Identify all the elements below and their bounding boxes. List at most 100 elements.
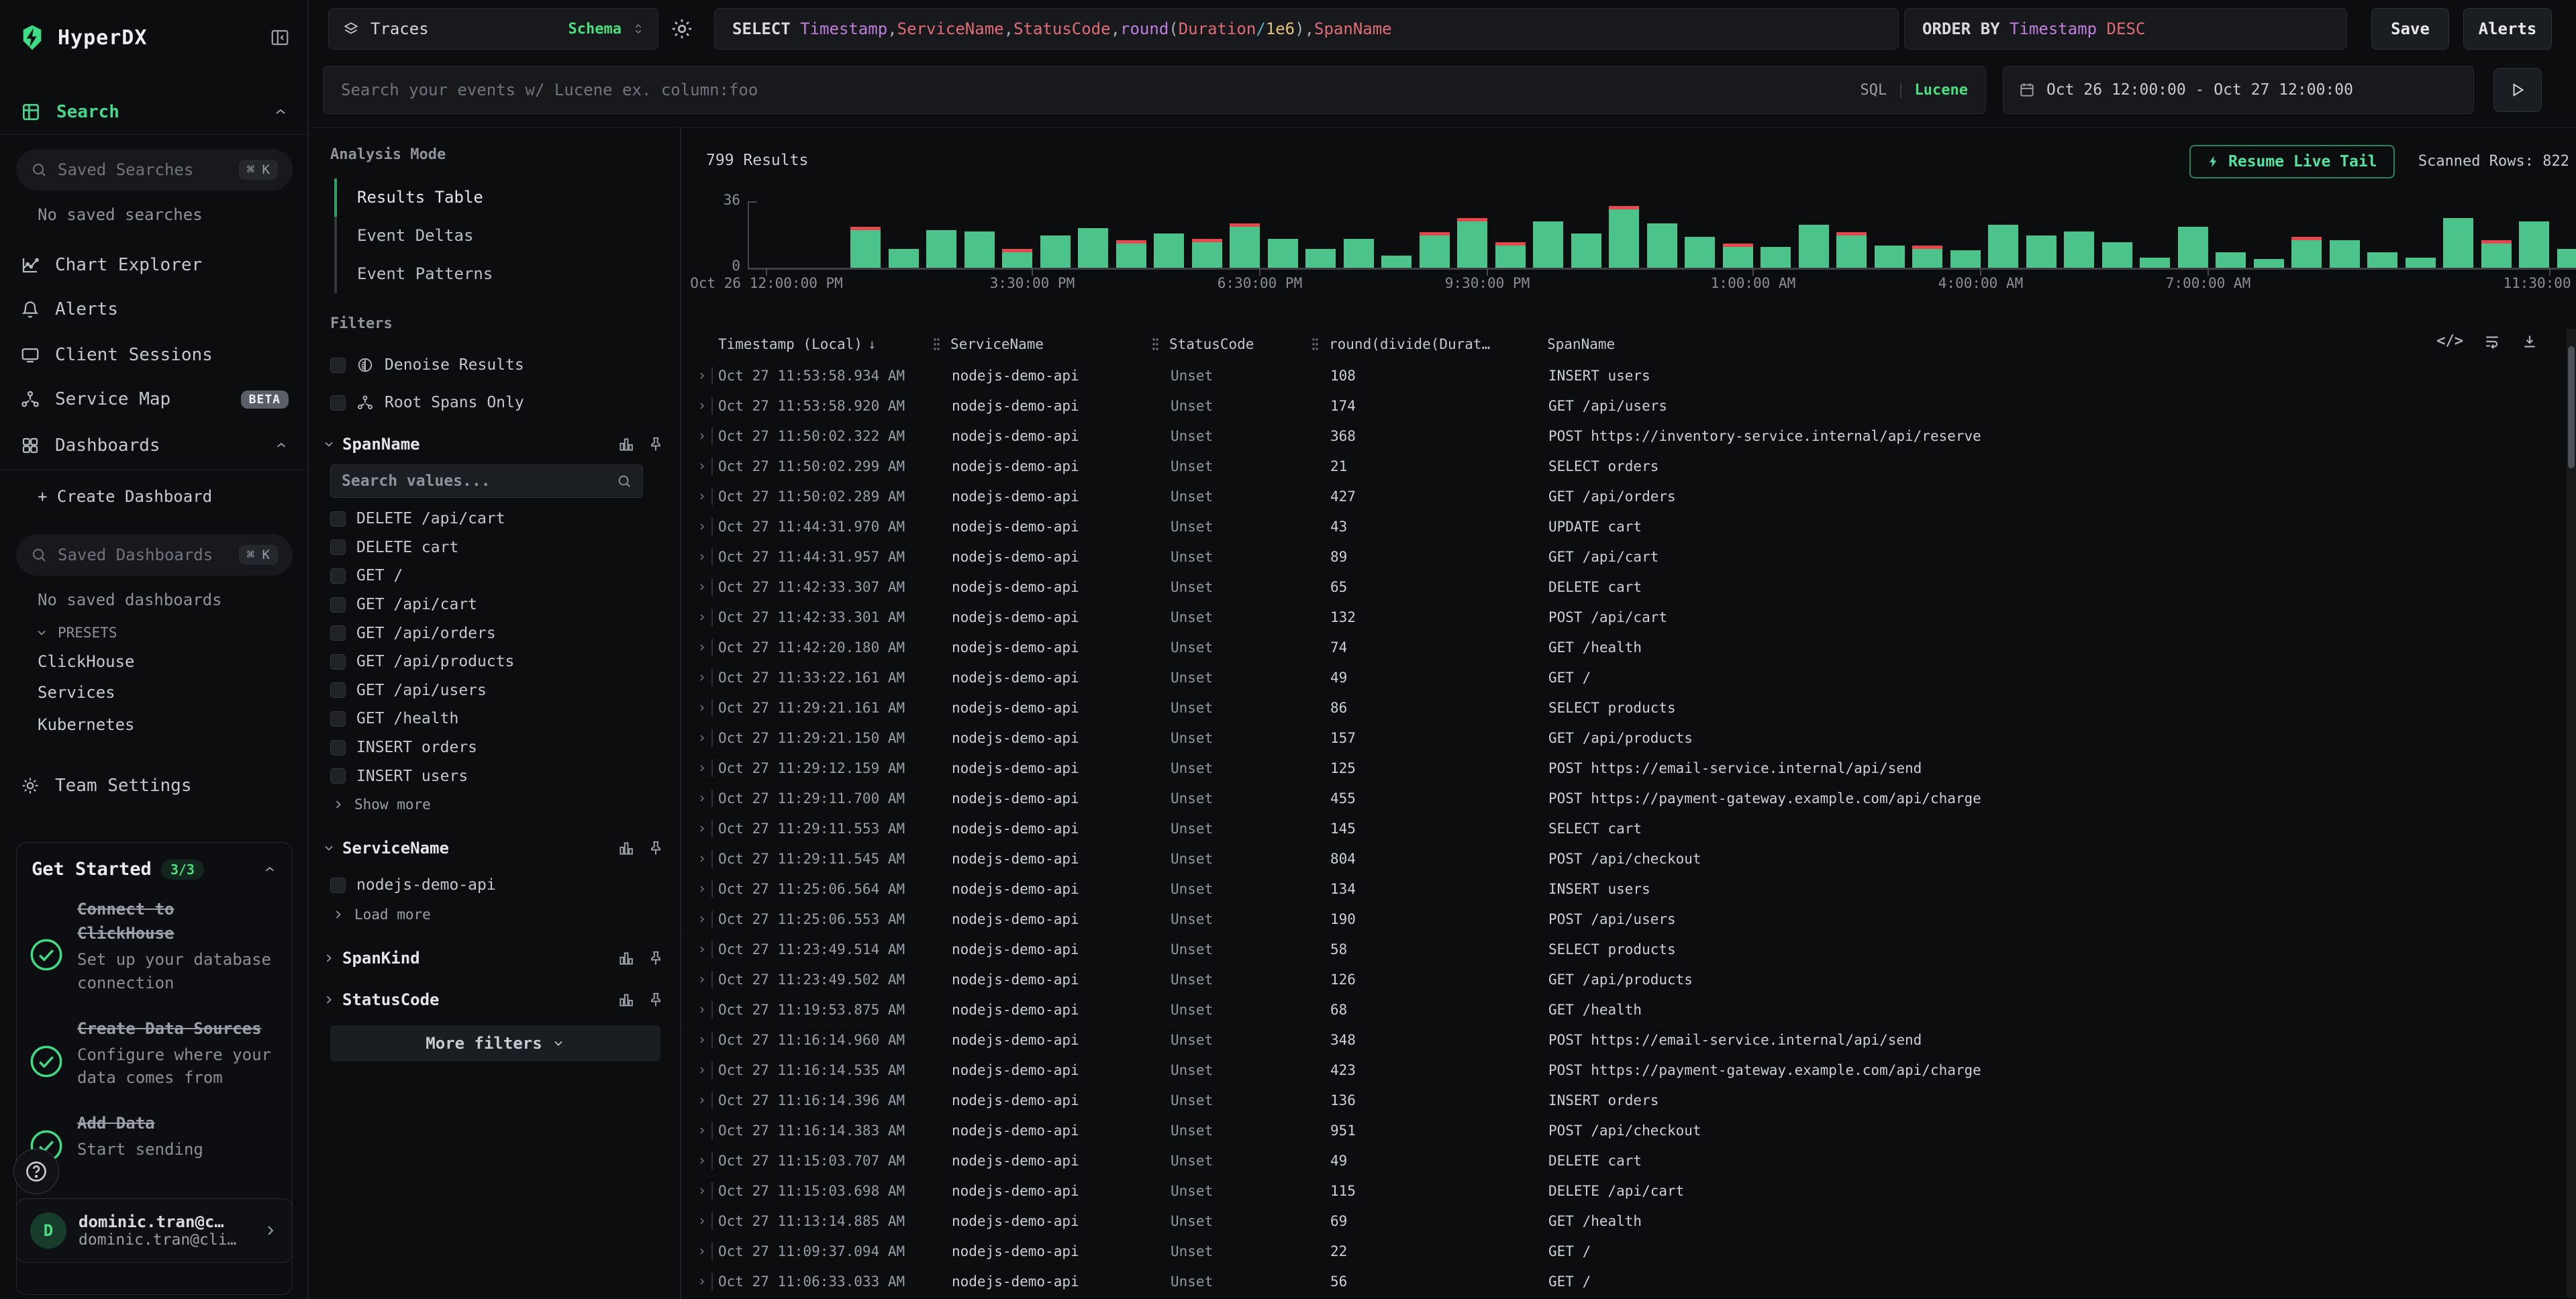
filter-value-option[interactable]: GET /api/products xyxy=(330,647,659,676)
preset-item-services[interactable]: Services xyxy=(38,683,115,702)
sidebar-item-chart-explorer[interactable]: Chart Explorer xyxy=(0,243,309,287)
bar-chart-icon[interactable] xyxy=(617,435,635,453)
saved-dashboards-input[interactable]: Saved Dashboards ⌘ K xyxy=(16,534,293,576)
checkbox[interactable] xyxy=(330,768,346,784)
filter-group-header-servicename[interactable]: ServiceName xyxy=(322,831,664,866)
more-filters-button[interactable]: More filters xyxy=(330,1025,660,1061)
checkbox[interactable] xyxy=(330,625,346,641)
table-row[interactable]: Oct 27 11:53:58.934 AMnodejs-demo-apiUns… xyxy=(681,361,2565,391)
table-row[interactable]: Oct 27 11:42:33.301 AMnodejs-demo-apiUns… xyxy=(681,603,2565,633)
preset-item-kubernetes[interactable]: Kubernetes xyxy=(38,715,135,734)
pin-icon[interactable] xyxy=(647,949,664,967)
expand-row-icon[interactable] xyxy=(693,431,711,441)
table-row[interactable]: Oct 27 11:29:12.159 AMnodejs-demo-apiUns… xyxy=(681,754,2565,784)
table-row[interactable]: Oct 27 11:42:20.180 AMnodejs-demo-apiUns… xyxy=(681,633,2565,663)
sidebar-item-dashboards[interactable]: Dashboards xyxy=(0,423,309,468)
pin-icon[interactable] xyxy=(647,839,664,857)
search-input[interactable]: Search your events w/ Lucene ex. column:… xyxy=(323,66,1986,114)
filter-value-option[interactable]: GET /health xyxy=(330,705,659,733)
language-toggle[interactable]: SQL|Lucene xyxy=(1861,82,1968,99)
expand-row-icon[interactable] xyxy=(693,1186,711,1196)
sidebar-item-service-map[interactable]: Service MapBETA xyxy=(0,377,309,421)
saved-searches-input[interactable]: Saved Searches ⌘ K xyxy=(16,149,293,191)
expand-row-icon[interactable] xyxy=(693,1095,711,1106)
date-range-picker[interactable]: Oct 26 12:00:00 - Oct 27 12:00:00 xyxy=(2003,66,2474,114)
checkbox[interactable] xyxy=(330,711,346,727)
table-row[interactable]: Oct 27 11:16:14.535 AMnodejs-demo-apiUns… xyxy=(681,1055,2565,1086)
filter-toggle-root-spans-only[interactable]: Root Spans Only xyxy=(330,385,659,420)
pin-icon[interactable] xyxy=(647,991,664,1008)
table-row[interactable]: Oct 27 11:29:11.553 AMnodejs-demo-apiUns… xyxy=(681,814,2565,844)
filter-value-option[interactable]: DELETE cart xyxy=(330,533,659,562)
expand-row-icon[interactable] xyxy=(693,944,711,955)
user-menu[interactable]: D dominic.tran@c… dominic.tran@cli… xyxy=(16,1198,293,1263)
expand-row-icon[interactable] xyxy=(693,1155,711,1166)
drag-handle-icon[interactable] xyxy=(1310,337,1324,352)
filter-value-option[interactable]: DELETE /api/cart xyxy=(330,505,659,533)
load-more-link[interactable]: Load more xyxy=(332,900,431,929)
filter-value-option[interactable]: GET /api/orders xyxy=(330,619,659,647)
filter-value-option[interactable]: INSERT users xyxy=(330,762,659,790)
chevron-up-icon[interactable] xyxy=(273,104,289,120)
table-row[interactable]: Oct 27 11:42:33.307 AMnodejs-demo-apiUns… xyxy=(681,572,2565,603)
table-row[interactable]: Oct 27 11:50:02.299 AMnodejs-demo-apiUns… xyxy=(681,452,2565,482)
filter-toggle-denoise-results[interactable]: Denoise Results xyxy=(330,348,659,382)
expand-row-icon[interactable] xyxy=(693,1065,711,1076)
table-row[interactable]: Oct 27 11:50:02.322 AMnodejs-demo-apiUns… xyxy=(681,421,2565,452)
checkbox[interactable] xyxy=(330,597,346,613)
text-wrap-icon[interactable] xyxy=(2483,333,2501,350)
checkbox[interactable] xyxy=(330,358,346,373)
table-row[interactable]: Oct 27 11:29:11.545 AMnodejs-demo-apiUns… xyxy=(681,844,2565,874)
column-header-statuscode[interactable]: StatusCode xyxy=(1150,336,1310,352)
table-row[interactable]: Oct 27 11:29:21.150 AMnodejs-demo-apiUns… xyxy=(681,723,2565,754)
table-row[interactable]: Oct 27 11:23:49.514 AMnodejs-demo-apiUns… xyxy=(681,935,2565,965)
checkbox[interactable] xyxy=(330,740,346,756)
save-button[interactable]: Save xyxy=(2371,8,2449,50)
show-more-link[interactable]: Show more xyxy=(332,790,431,819)
table-row[interactable]: Oct 27 11:44:31.970 AMnodejs-demo-apiUns… xyxy=(681,512,2565,542)
view-source-icon[interactable]: </> xyxy=(2436,333,2463,350)
expand-row-icon[interactable] xyxy=(693,823,711,834)
sidebar-item-team-settings[interactable]: Team Settings xyxy=(0,764,309,808)
sidebar-collapse-icon[interactable] xyxy=(270,28,290,48)
filter-group-header-spanname[interactable]: SpanName xyxy=(322,427,664,462)
expand-row-icon[interactable] xyxy=(693,672,711,683)
table-row[interactable]: Oct 27 11:44:31.957 AMnodejs-demo-apiUns… xyxy=(681,542,2565,572)
expand-row-icon[interactable] xyxy=(693,401,711,411)
pin-icon[interactable] xyxy=(647,435,664,453)
table-row[interactable]: Oct 27 11:13:14.885 AMnodejs-demo-apiUns… xyxy=(681,1206,2565,1237)
expand-row-icon[interactable] xyxy=(693,491,711,502)
table-row[interactable]: Oct 27 11:15:03.707 AMnodejs-demo-apiUns… xyxy=(681,1146,2565,1176)
table-row[interactable]: Oct 27 11:23:49.502 AMnodejs-demo-apiUns… xyxy=(681,965,2565,995)
drag-handle-icon[interactable] xyxy=(1150,337,1164,352)
filter-group-header-spankind[interactable]: SpanKind xyxy=(322,941,664,976)
filter-value-option[interactable]: GET / xyxy=(330,562,659,590)
filter-value-option[interactable]: INSERT orders xyxy=(330,733,659,762)
lang-sql[interactable]: SQL xyxy=(1861,82,1887,99)
filter-value-option[interactable]: nodejs-demo-api xyxy=(330,871,659,899)
expand-row-icon[interactable] xyxy=(693,1216,711,1227)
expand-row-icon[interactable] xyxy=(693,763,711,774)
column-header-timestamp[interactable]: Timestamp (Local)↓ xyxy=(718,336,952,352)
run-query-button[interactable] xyxy=(2493,68,2542,112)
table-row[interactable]: Oct 27 11:16:14.396 AMnodejs-demo-apiUns… xyxy=(681,1086,2565,1116)
expand-row-icon[interactable] xyxy=(693,582,711,592)
filter-group-header-statuscode[interactable]: StatusCode xyxy=(322,982,664,1017)
source-select[interactable]: Traces Schema xyxy=(328,8,658,50)
expand-row-icon[interactable] xyxy=(693,793,711,804)
expand-row-icon[interactable] xyxy=(693,733,711,743)
table-row[interactable]: Oct 27 11:15:03.698 AMnodejs-demo-apiUns… xyxy=(681,1176,2565,1206)
presets-toggle[interactable]: PRESETS xyxy=(35,625,117,641)
sidebar-item-alerts[interactable]: Alerts xyxy=(0,287,309,331)
table-row[interactable]: Oct 27 11:16:14.960 AMnodejs-demo-apiUns… xyxy=(681,1025,2565,1055)
table-row[interactable]: Oct 27 11:53:58.920 AMnodejs-demo-apiUns… xyxy=(681,391,2565,421)
expand-row-icon[interactable] xyxy=(693,974,711,985)
checkbox[interactable] xyxy=(330,654,346,670)
checkbox[interactable] xyxy=(330,568,346,584)
table-row[interactable]: Oct 27 11:06:33.033 AMnodejs-demo-apiUns… xyxy=(681,1267,2565,1297)
bar-chart-icon[interactable] xyxy=(617,991,635,1008)
sidebar-item-search[interactable]: Search xyxy=(0,90,309,134)
expand-row-icon[interactable] xyxy=(693,914,711,925)
drag-handle-icon[interactable] xyxy=(932,337,945,352)
analysis-mode-event-deltas[interactable]: Event Deltas xyxy=(334,217,643,255)
